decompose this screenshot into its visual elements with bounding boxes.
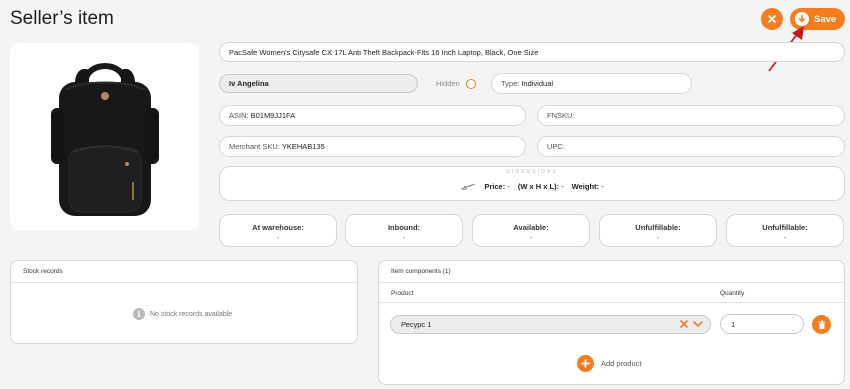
quantity-value: 1 [731,319,736,329]
owner-name: Iv Angelina [229,79,269,88]
type-field[interactable]: Type: Individual [491,73,692,94]
upc-field[interactable]: UPC: [537,136,845,157]
type-value: Individual [521,79,554,88]
fnsku-label: FNSKU: [547,111,575,120]
asin-field[interactable]: ASIN: B01M9JJ1FA [219,105,526,126]
close-icon [768,15,776,23]
plus-icon [577,355,594,372]
components-header: Product Quantity [379,283,844,303]
stat-at-warehouse: At warehouse: - [219,214,337,247]
no-stock-records: i No stock records available [133,308,232,320]
backpack-image [50,62,159,216]
product-select[interactable]: Ресурс 1 [390,315,711,334]
dimensions-box: DIMENSIONS Price: - (W x H x L): - Weigh… [219,166,845,201]
owner-field[interactable]: Iv Angelina [219,74,418,93]
save-button-label: Save [814,13,837,25]
col-quantity: Quantity [720,290,745,297]
asin-value: B01M9JJ1FA [250,111,296,120]
trash-icon [818,320,825,329]
asin-label: ASIN: [229,111,249,120]
product-select-value: Ресурс 1 [401,320,432,329]
add-product-button[interactable]: Add product [577,355,641,372]
hidden-toggle[interactable] [466,79,476,89]
product-image [10,43,199,230]
quantity-input[interactable]: 1 [720,314,804,334]
stat-inbound: Inbound: - [345,214,463,247]
stock-records-panel: Stock records i No stock records availab… [10,260,358,344]
stat-label: At warehouse: [252,223,304,232]
stat-value: - [276,233,280,242]
stat-label: Unfulfillable: [635,223,681,232]
stat-value: - [656,233,660,242]
price-info: Price: - [484,181,510,191]
dimensions-row: Price: - (W x H x L): - Weight: - [220,181,844,191]
fnsku-field[interactable]: FNSKU: [537,105,845,126]
stat-unfulfillable: Unfulfillable: - [599,214,717,247]
product-title-field[interactable]: PacSafe Women's Citysafe CX 17L Anti The… [219,42,845,62]
stat-value: - [529,233,533,242]
page-title: Seller’s item [10,8,114,29]
weight-info: Weight: - [571,181,604,191]
stock-records-title: Stock records [11,261,357,283]
chevron-down-icon[interactable] [692,319,704,329]
merchant-sku-field[interactable]: Merchant SKU: YKEHAB135 [219,136,526,157]
stat-label: Unfulfillable: [762,223,808,232]
merchant-sku-value: YKEHAB135 [281,142,325,151]
product-title: PacSafe Women's Citysafe CX 17L Anti The… [229,47,539,57]
merchant-sku-label: Merchant SKU: [229,142,280,151]
upc-label: UPC: [547,142,565,151]
stat-unfulfillable-2: Unfulfillable: - [726,214,844,247]
item-components-title: Item components (1) [379,261,844,283]
no-stock-records-text: No stock records available [150,310,233,318]
stat-value: - [783,233,787,242]
add-product-label: Add product [601,359,642,368]
item-components-panel: Item components (1) Product Quantity Рес… [378,260,845,385]
stat-label: Inbound: [387,223,421,232]
stat-available: Available: - [472,214,590,247]
col-product: Product [391,290,414,297]
info-icon: i [133,308,145,320]
delete-component-button[interactable] [812,315,831,334]
size-info: (W x H x L): - [517,181,564,191]
stat-label: Available: [513,223,549,232]
type-label: Type: [501,79,520,88]
clear-icon[interactable] [679,319,689,329]
dimensions-title: DIMENSIONS [506,169,558,175]
scale-icon [461,183,476,191]
stat-value: - [402,233,406,242]
hidden-label: Hidden [436,79,460,88]
